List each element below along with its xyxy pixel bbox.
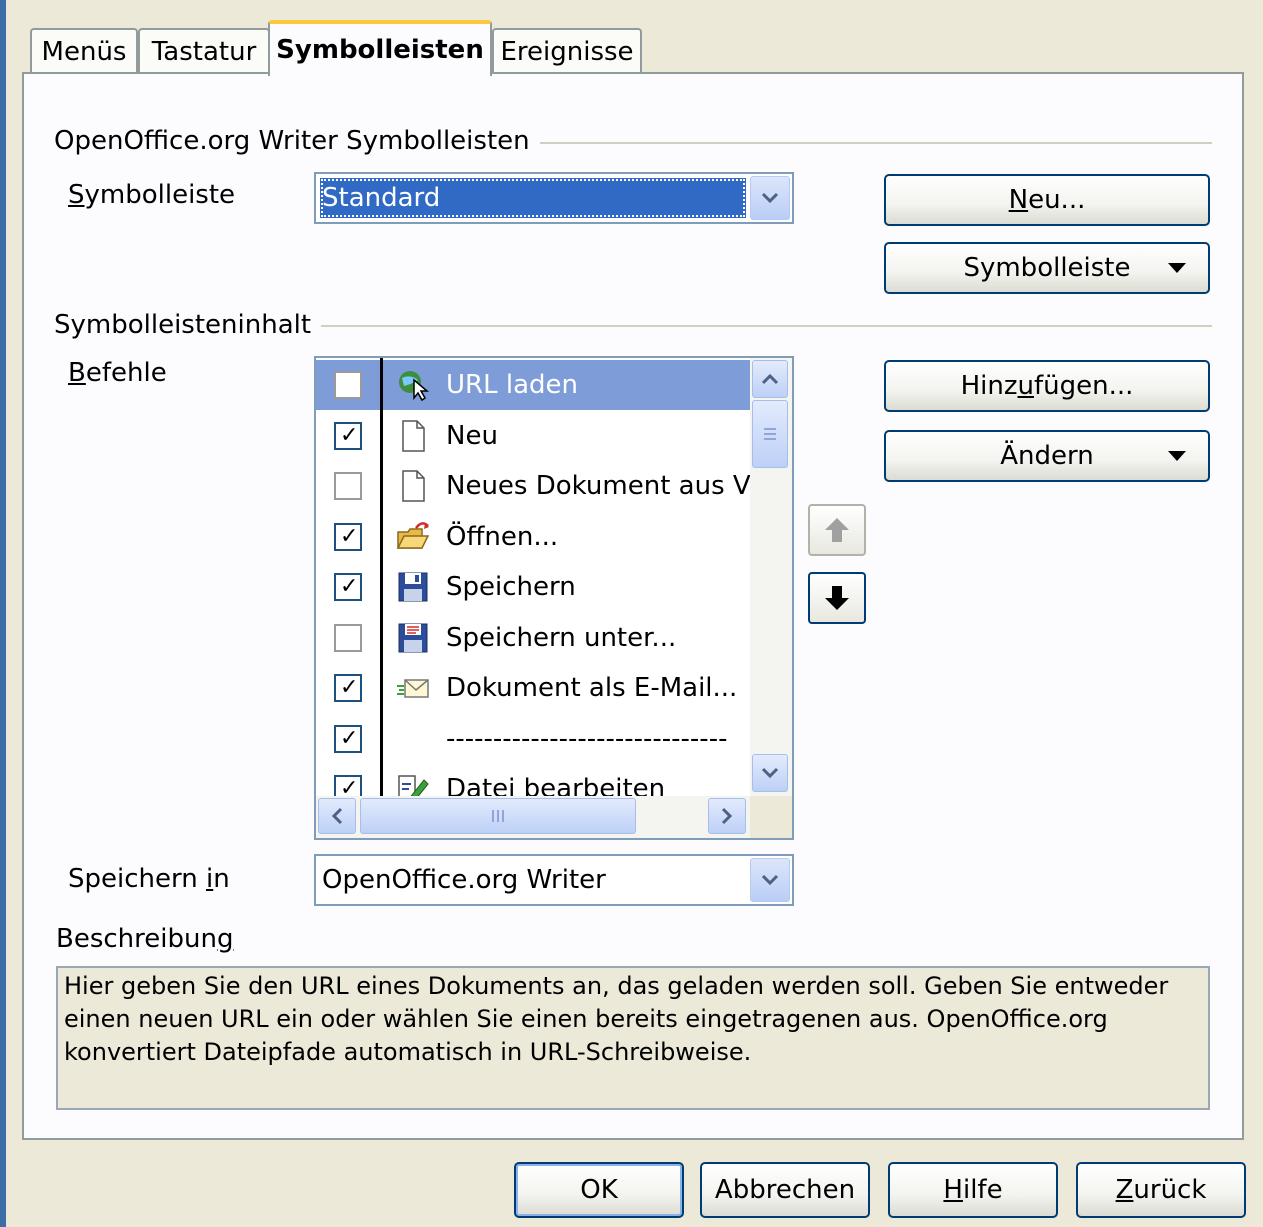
description-label: Beschreibung bbox=[56, 924, 234, 954]
command-label: URL laden bbox=[446, 370, 578, 400]
modify-button[interactable]: Ändern bbox=[884, 430, 1210, 482]
toolbar-label: Symbolleiste bbox=[68, 180, 236, 210]
email-icon bbox=[396, 671, 430, 705]
tab-label: Menüs bbox=[41, 37, 127, 67]
commands-list[interactable]: URL laden ✓ Neu Neues Dokument aus Vorl ✓ Öff… bbox=[314, 356, 794, 840]
command-label: Öffnen... bbox=[446, 521, 559, 552]
command-label: Neu bbox=[446, 420, 498, 451]
check-mark-icon: ✓ bbox=[340, 523, 359, 549]
command-label: Speichern unter... bbox=[446, 622, 677, 653]
scroll-left-icon[interactable] bbox=[318, 798, 356, 834]
scroll-down-icon[interactable] bbox=[752, 754, 788, 792]
dropdown-arrow-icon bbox=[1168, 263, 1186, 273]
ok-button[interactable]: OK bbox=[514, 1162, 684, 1218]
add-button-label: Hinzufügen... bbox=[960, 371, 1134, 401]
vertical-scrollbar[interactable] bbox=[750, 358, 792, 796]
description-box: Hier geben Sie den URL eines Dokuments a… bbox=[56, 966, 1210, 1110]
help-label: Hilfe bbox=[943, 1175, 1003, 1205]
toolbar-menu-label: Symbolleiste bbox=[963, 253, 1131, 283]
command-label: ------------------------------ bbox=[446, 723, 728, 754]
command-label: Speichern bbox=[446, 572, 576, 602]
modify-button-label: Ändern bbox=[1000, 441, 1094, 471]
tab-events[interactable]: Ereignisse bbox=[492, 28, 642, 74]
command-checkbox[interactable]: ✓ bbox=[334, 573, 362, 601]
save-in-value: OpenOffice.org Writer bbox=[322, 865, 606, 895]
description-text: Hier geben Sie den URL eines Dokuments a… bbox=[64, 972, 1169, 1066]
toolbar-menu-button[interactable]: Symbolleiste bbox=[884, 242, 1210, 294]
back-button[interactable]: Zurück bbox=[1076, 1162, 1246, 1218]
ok-label: OK bbox=[580, 1175, 618, 1205]
window-border bbox=[0, 0, 6, 1227]
check-mark-icon: ✓ bbox=[340, 574, 359, 599]
new-toolbar-button[interactable]: Neu... bbox=[884, 174, 1210, 226]
save-in-label: Speichern in bbox=[68, 864, 230, 894]
scroll-thumb[interactable] bbox=[752, 400, 788, 468]
dropdown-arrow-icon bbox=[1168, 451, 1186, 461]
content-group-title: Symbolleisteninhalt bbox=[54, 310, 322, 340]
help-button[interactable]: Hilfe bbox=[888, 1162, 1058, 1218]
add-command-button[interactable]: Hinzufügen... bbox=[884, 360, 1210, 412]
tab-menus[interactable]: Menüs bbox=[30, 28, 138, 74]
command-label: Neues Dokument aus Vorl bbox=[446, 471, 783, 501]
save-icon bbox=[396, 570, 430, 604]
command-checkbox[interactable] bbox=[334, 623, 362, 652]
horizontal-scroll-thumb[interactable] bbox=[360, 798, 636, 834]
open-folder-icon bbox=[396, 520, 430, 554]
check-mark-icon: ✓ bbox=[340, 725, 359, 751]
horizontal-scrollbar[interactable] bbox=[316, 796, 750, 838]
command-checkbox[interactable]: ✓ bbox=[334, 421, 362, 450]
chevron-down-icon[interactable] bbox=[750, 858, 790, 902]
scroll-corner bbox=[750, 796, 792, 838]
tab-toolbars[interactable]: Symbolleisten bbox=[268, 20, 492, 76]
commands-label: Befehle bbox=[68, 358, 167, 388]
check-mark-icon: ✓ bbox=[340, 675, 359, 700]
load-url-icon bbox=[396, 368, 430, 402]
toolbars-group-title: OpenOffice.org Writer Symbolleisten bbox=[54, 126, 540, 156]
move-up-button[interactable] bbox=[808, 504, 866, 556]
tab-label: Symbolleisten bbox=[276, 35, 484, 65]
new-document-icon bbox=[396, 419, 430, 453]
cancel-button[interactable]: Abbrechen bbox=[700, 1162, 870, 1218]
save-in-select[interactable]: OpenOffice.org Writer bbox=[314, 854, 794, 906]
move-down-button[interactable] bbox=[808, 572, 866, 624]
command-checkbox[interactable]: ✓ bbox=[334, 724, 362, 753]
command-checkbox[interactable]: ✓ bbox=[334, 522, 362, 551]
cancel-label: Abbrechen bbox=[714, 1175, 856, 1205]
chevron-down-icon[interactable] bbox=[750, 176, 790, 220]
check-mark-icon: ✓ bbox=[340, 422, 359, 448]
command-checkbox[interactable] bbox=[334, 371, 362, 399]
new-from-template-icon bbox=[396, 469, 430, 503]
toolbar-select-value: Standard bbox=[320, 178, 746, 218]
save-as-icon bbox=[396, 621, 430, 655]
arrow-down-icon bbox=[825, 586, 849, 610]
command-label: Dokument als E-Mail... bbox=[446, 673, 738, 703]
tab-label: Ereignisse bbox=[500, 37, 634, 67]
arrow-up-icon bbox=[825, 518, 849, 542]
command-checkbox[interactable] bbox=[334, 472, 362, 500]
list-column-divider bbox=[380, 358, 383, 796]
toolbar-select[interactable]: Standard bbox=[314, 172, 794, 224]
tab-label: Tastatur bbox=[151, 37, 257, 67]
back-label: Zurück bbox=[1115, 1175, 1207, 1205]
scroll-up-icon[interactable] bbox=[752, 360, 788, 398]
tab-keyboard[interactable]: Tastatur bbox=[138, 28, 270, 74]
new-button-label: Neu... bbox=[1008, 185, 1086, 215]
scroll-right-icon[interactable] bbox=[708, 798, 746, 834]
command-checkbox[interactable]: ✓ bbox=[334, 674, 362, 702]
